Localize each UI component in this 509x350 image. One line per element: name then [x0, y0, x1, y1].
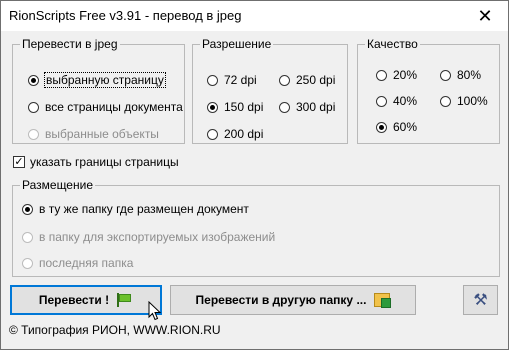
radio-label: 20% [393, 68, 418, 82]
convert-group-legend: Перевести в jpeg [22, 37, 118, 51]
radio-72dpi[interactable]: 72 dpi [207, 73, 257, 87]
radio-indicator [207, 74, 218, 86]
resolution-group: Разрешение 72 dpi 250 dpi 150 dpi 300 dp… [192, 37, 348, 144]
radio-300dpi[interactable]: 300 dpi [279, 100, 335, 114]
checkbox-indicator: ✓ [13, 156, 25, 168]
convert-other-folder-button[interactable]: Перевести в другую папку ... [170, 285, 416, 315]
convert-button[interactable]: Перевести ! [10, 285, 162, 315]
radio-label: 72 dpi [224, 73, 257, 87]
title-bar: RionScripts Free v3.91 - перевод в jpeg … [1, 1, 508, 31]
radio-indicator [440, 95, 451, 107]
radio-label: 150 dpi [224, 100, 264, 114]
radio-all-pages[interactable]: все страницы документа [28, 100, 183, 114]
close-button[interactable]: ✕ [462, 1, 508, 31]
convert-button-label: Перевести ! [38, 293, 110, 307]
placement-group: Размещение в ту же папку где размещен до… [12, 178, 500, 277]
radio-label: последняя папка [39, 256, 134, 270]
radio-label: в папку для экспортируемых изображений [39, 230, 276, 244]
tools-icon: ⚒ [473, 292, 488, 309]
radio-label: все страницы документа [45, 100, 183, 114]
radio-indicator [207, 128, 218, 140]
radio-quality-20[interactable]: 20% [376, 68, 417, 82]
radio-indicator [376, 121, 387, 133]
radio-indicator [376, 95, 387, 107]
radio-200dpi[interactable]: 200 dpi [207, 127, 263, 141]
radio-label: 200 dpi [224, 127, 264, 141]
radio-label: выбранные объекты [45, 127, 159, 141]
radio-quality-40[interactable]: 40% [376, 94, 417, 108]
quality-group: Качество 20% 80% 40% 100% 60% [357, 37, 500, 144]
radio-quality-80[interactable]: 80% [440, 68, 481, 82]
dialog-window: RionScripts Free v3.91 - перевод в jpeg … [0, 0, 509, 350]
radio-label: 40% [393, 94, 418, 108]
radio-indicator [207, 101, 218, 113]
checkbox-label: указать границы страницы [30, 155, 179, 169]
radio-indicator [279, 101, 290, 113]
window-title: RionScripts Free v3.91 - перевод в jpeg [9, 8, 242, 23]
radio-label: выбранную страницу [44, 72, 166, 88]
radio-label: в ту же папку где размещен документ [39, 202, 249, 216]
radio-250dpi[interactable]: 250 dpi [279, 73, 335, 87]
radio-indicator [22, 203, 33, 215]
radio-indicator [22, 257, 33, 269]
radio-indicator [279, 74, 290, 86]
radio-same-folder[interactable]: в ту же папку где размещен документ [22, 202, 249, 216]
radio-indicator [28, 101, 39, 113]
resolution-group-legend: Разрешение [202, 37, 272, 51]
settings-button[interactable]: ⚒ [463, 285, 498, 315]
radio-selected-page[interactable]: выбранную страницу [28, 72, 166, 88]
radio-indicator [376, 69, 387, 81]
radio-150dpi[interactable]: 150 dpi [207, 100, 263, 114]
footer-copyright: © Типография РИОН, WWW.RION.RU [9, 323, 221, 337]
radio-export-folder[interactable]: в папку для экспортируемых изображений [22, 230, 275, 244]
radio-indicator [22, 231, 33, 243]
radio-indicator [440, 69, 451, 81]
radio-label: 100% [457, 94, 488, 108]
radio-selected-objects[interactable]: выбранные объекты [28, 127, 159, 141]
radio-label: 60% [393, 120, 418, 134]
radio-indicator [28, 74, 39, 86]
convert-group: Перевести в jpeg выбранную страницу все … [12, 37, 185, 144]
quality-group-legend: Качество [367, 37, 418, 51]
radio-quality-100[interactable]: 100% [440, 94, 488, 108]
placement-group-legend: Размещение [22, 178, 93, 192]
folder-export-icon [374, 293, 392, 308]
radio-label: 80% [457, 68, 482, 82]
close-icon: ✕ [477, 5, 493, 26]
convert-other-button-label: Перевести в другую папку ... [195, 293, 367, 307]
radio-last-folder[interactable]: последняя папка [22, 256, 133, 270]
mouse-pointer-icon [148, 301, 162, 321]
radio-label: 300 dpi [296, 100, 336, 114]
page-bounds-checkbox[interactable]: ✓ указать границы страницы [13, 155, 179, 169]
green-flag-icon [117, 293, 133, 307]
radio-label: 250 dpi [296, 73, 336, 87]
radio-quality-60[interactable]: 60% [376, 120, 417, 134]
radio-indicator [28, 128, 39, 140]
